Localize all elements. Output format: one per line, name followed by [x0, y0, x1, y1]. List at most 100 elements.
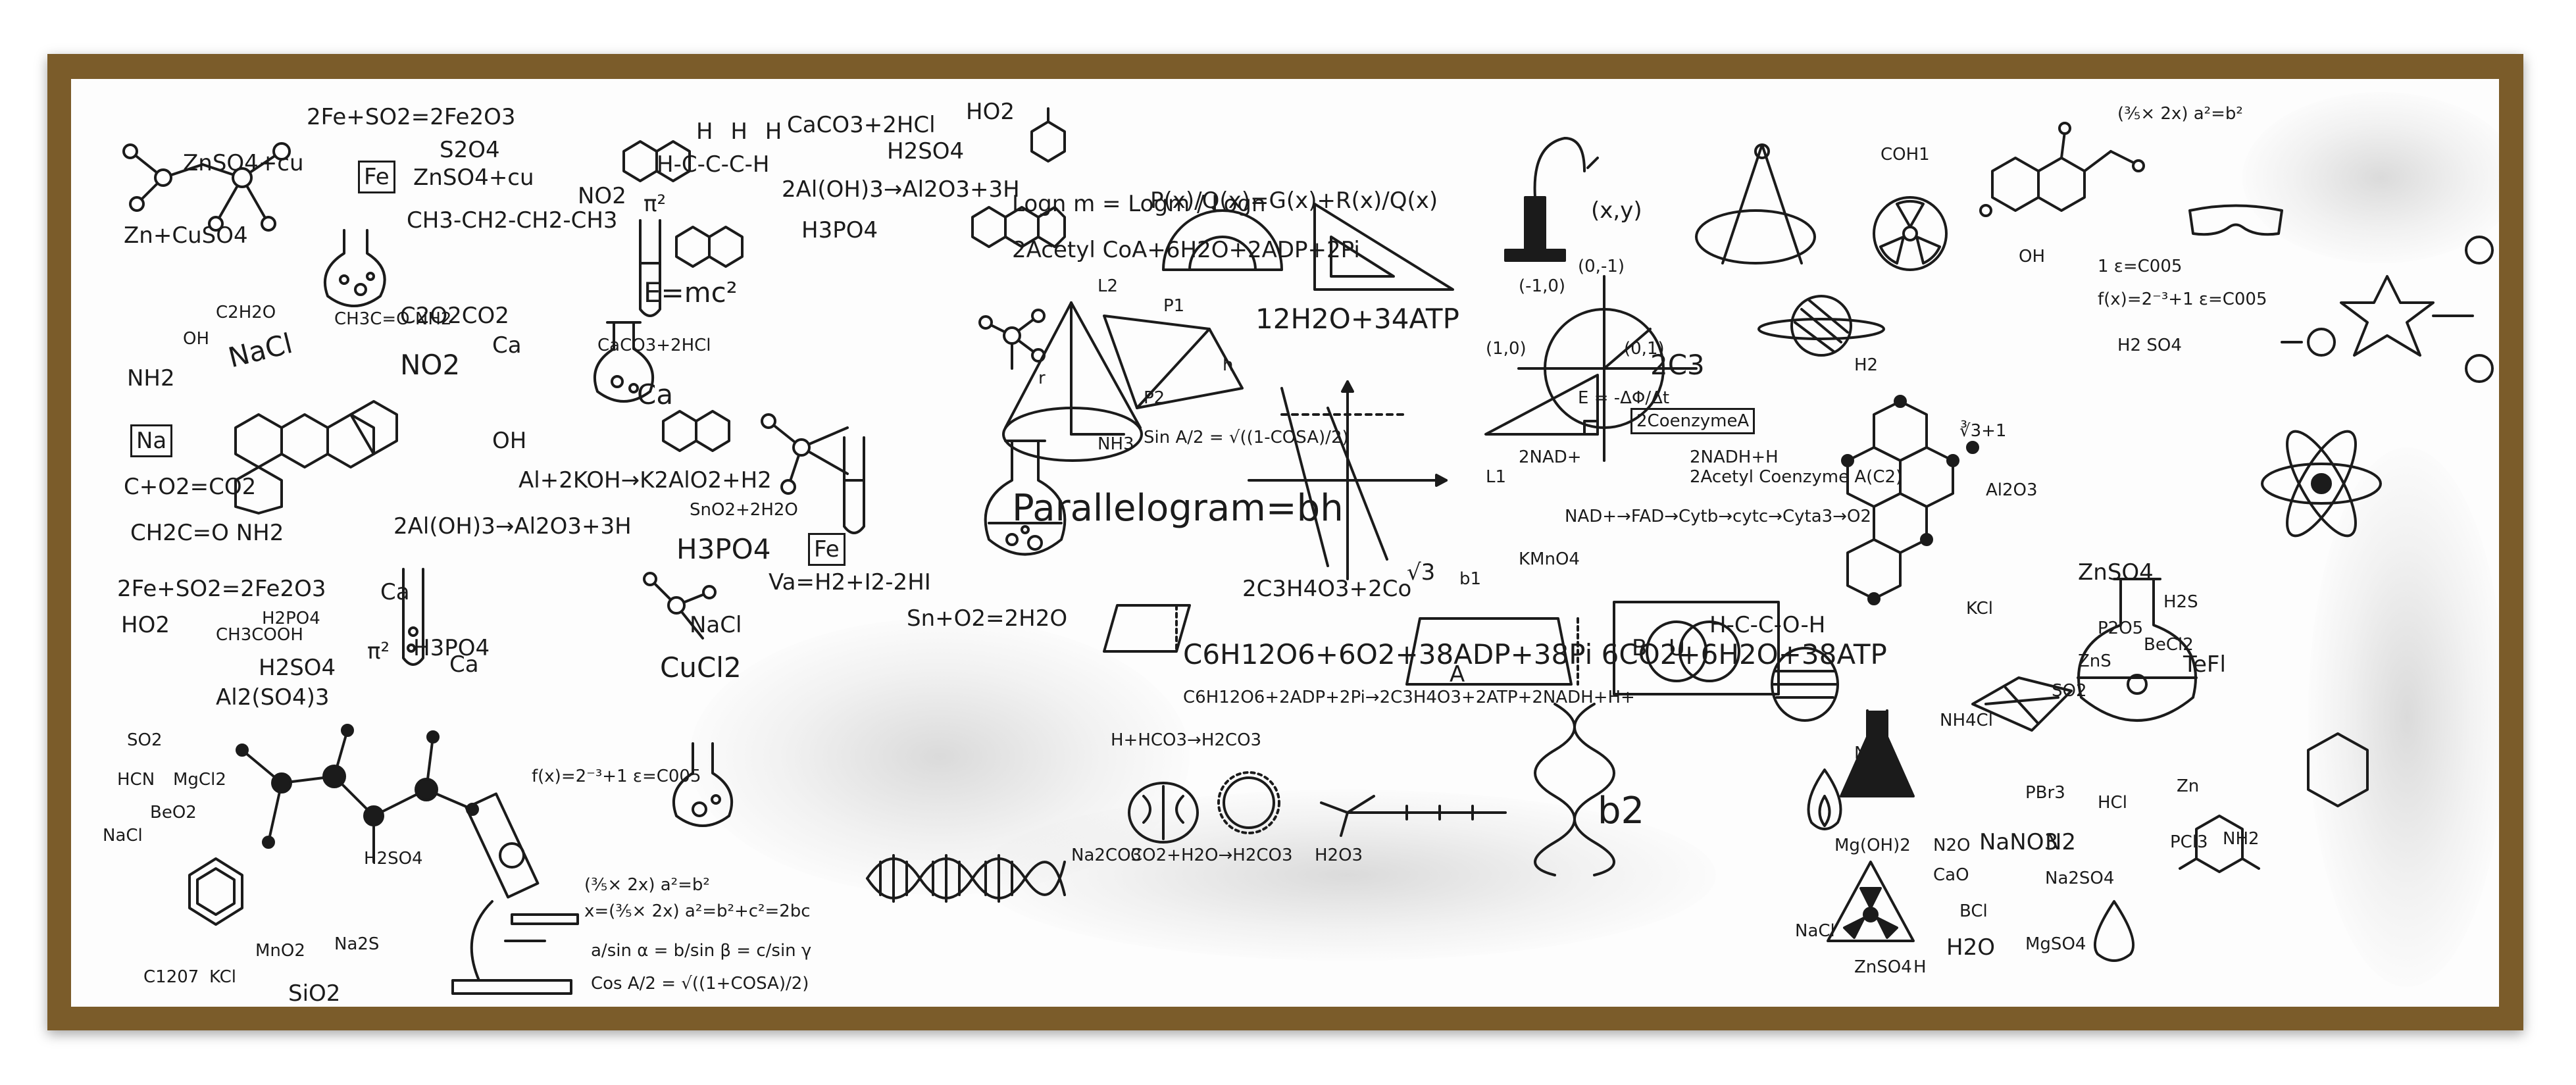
formula: KCl [209, 967, 237, 987]
formula: SO2 [127, 730, 163, 750]
formula: a/sin α = b/sin β = c/sin γ [591, 941, 812, 961]
dna-icon [866, 854, 1066, 903]
formula: CH2C=O NH2 [130, 520, 284, 546]
formula: 2Fe+SO2=2Fe2O3 [117, 576, 326, 602]
formula: L2 [1098, 276, 1119, 296]
formula: Mg(OH)2 [1834, 836, 1911, 855]
benzene-icon [188, 857, 243, 926]
goggles-icon [2188, 204, 2283, 236]
burner-icon [1504, 137, 1599, 262]
lattice-diagram [1971, 676, 2073, 732]
trapezoid-icon [1405, 617, 1579, 686]
formula: C2O2CO2 [400, 303, 509, 329]
formula: KMnO4 [1519, 549, 1580, 569]
formula: COH1 [1881, 145, 1930, 164]
formula: H2O [1946, 934, 1995, 961]
formula: OH [183, 329, 210, 349]
planet-icon [1757, 295, 1885, 357]
molecule-icon [643, 572, 717, 640]
compass-icon [1695, 143, 1816, 265]
formula: H2SO4 [259, 655, 336, 681]
formula: ZnSO4+cu [413, 164, 534, 191]
formula: Al2(SO4)3 [216, 684, 330, 711]
formula: 12H2O+34ATP [1255, 303, 1459, 335]
molecule-icon [234, 400, 398, 515]
formula: Ca [449, 651, 479, 678]
formula: MgSO4 [2025, 934, 2086, 954]
formula: f(x)=2⁻³+1 ε=C005 [2098, 290, 2267, 309]
flask-icon [2077, 578, 2198, 722]
formula: b1 [1459, 569, 1482, 589]
formula: H [1913, 957, 1927, 977]
formula: S2O4 [440, 137, 500, 163]
formula: Zn [2177, 776, 2200, 796]
benzene-icon [622, 140, 691, 182]
formula: N2 [2045, 829, 2077, 855]
formula: SiO2 [288, 980, 341, 1007]
formula: Na [130, 424, 173, 457]
formula: CaCO3+2HCl [787, 112, 936, 138]
formula: HO2 [966, 99, 1015, 125]
formula: x=(⅗× 2x) a²=b²+c²=2bc [584, 901, 811, 921]
formula: PBr3 [2025, 783, 2065, 803]
formula: Cos A/2 = √((1+COSA)/2) [591, 974, 809, 994]
formula: ZnSO4 [1854, 957, 1912, 977]
formula: BCl [1959, 901, 1988, 921]
formula: (⅗× 2x) a²=b² [584, 875, 710, 895]
formula: 2Al(OH)3→Al2O3+3H [393, 513, 632, 540]
formula: CaO [1933, 865, 1969, 885]
formula: NH2 [127, 365, 175, 391]
unit-circle-diagram [1517, 275, 1698, 462]
benzene-icon [2307, 732, 2369, 807]
flask-icon [323, 229, 386, 307]
fire-icon [1807, 769, 1842, 830]
formula: Na2SO4 [2045, 869, 2115, 888]
benzene-icon [2179, 815, 2260, 873]
formula: HCN [117, 770, 155, 790]
formula: MnO2 [255, 941, 305, 961]
formula: Ca [492, 332, 522, 359]
formula: 2NADH+H [1690, 447, 1779, 467]
formula: H H H [696, 118, 788, 145]
benzene-icon [1030, 107, 1066, 163]
brain-icon [1128, 782, 1199, 844]
planet-icon [1771, 647, 1839, 722]
whiteboard: ZnSO4+cu Zn+CuSO4 2Fe+SO2=2Fe2O3 S2O4 Fe… [71, 79, 2499, 1007]
formula: N2O [1933, 836, 1971, 855]
formula: C1207 [143, 967, 199, 987]
formula: BeO2 [150, 803, 197, 822]
molecule-icon [1979, 122, 2145, 217]
radiation-icon [1827, 861, 1915, 942]
formula: Al+2KOH→K2AlO2+H2 [518, 467, 772, 493]
formula: HCl [2098, 793, 2127, 813]
atom-icon [2261, 430, 2382, 538]
formula: H2SO4 [887, 138, 965, 164]
benzene-icon [662, 410, 730, 452]
benzene-icon [675, 226, 744, 268]
formula: π² [367, 638, 390, 665]
protractor-icon [1162, 209, 1283, 271]
molecule-icon [761, 413, 849, 495]
formula: SnO2+2H2O [690, 500, 798, 520]
formula: π² [644, 191, 667, 217]
formula: NaCl [103, 826, 143, 845]
test-tube-icon [639, 219, 661, 317]
flask-icon [593, 321, 655, 403]
test-tube-icon [402, 568, 424, 666]
formula: CH3-CH2-CH2-CH3 [407, 207, 618, 234]
formula: HO2 [121, 612, 170, 638]
formula: H+HCO3→H2CO3 [1111, 730, 1262, 750]
droplet-icon [2093, 900, 2135, 962]
microscope-icon [451, 792, 579, 995]
formula: Fe [358, 161, 395, 193]
formula: L1 [1486, 467, 1507, 487]
benzene-icon [971, 206, 1066, 248]
parallelogram-icon [1103, 604, 1191, 653]
formula: C2H2O [216, 303, 276, 322]
neuron-icon [1320, 795, 1507, 837]
flask-icon [672, 742, 734, 827]
formula: Va=H2+I2-2HI [769, 569, 931, 595]
formula: OH [492, 428, 527, 454]
triangle-diagram [1103, 315, 1244, 409]
formula: Sn+O2=2H2O [907, 605, 1068, 632]
